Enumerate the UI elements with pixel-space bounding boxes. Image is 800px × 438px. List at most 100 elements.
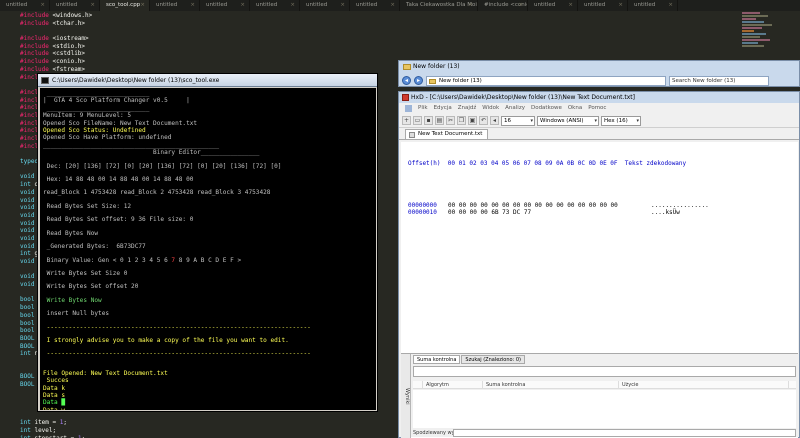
close-icon[interactable]: × <box>240 0 245 11</box>
expected-result-input[interactable] <box>453 429 796 437</box>
console-line-text: Read Bytes Set Size: 12 <box>43 202 132 210</box>
close-icon[interactable]: × <box>568 0 573 11</box>
tab-6[interactable]: untitled × <box>300 0 350 11</box>
console-line-text: Opened Sco Status: Undefined <box>43 127 146 135</box>
console-line-text: ____________________________ <box>43 90 150 97</box>
tab-0[interactable]: untitled × <box>0 0 50 11</box>
close-icon[interactable]: × <box>390 0 395 11</box>
console-line-text: MenuItem: 9 MenuLevel: 5 <box>43 112 132 120</box>
close-icon[interactable]: × <box>140 0 145 11</box>
code-token: void <box>20 242 35 250</box>
hex-header: Offset(h) 00 01 02 03 04 05 06 07 08 09 … <box>408 160 687 167</box>
hex-decoded-text[interactable]: ....ksÜw <box>651 209 680 216</box>
hex-row[interactable]: 00000010 00 00 00 00 6B 73 DC 77 ....ksÜw <box>408 209 798 217</box>
tab-new-text-document[interactable]: New Text Document.txt <box>405 129 489 139</box>
menu-item-7[interactable]: Pomoc <box>588 103 606 114</box>
code-token: bool <box>20 327 35 335</box>
code-token: void <box>20 196 35 204</box>
console-line: | GTA 4 Sco Platform Changer v0.5 | <box>43 97 373 104</box>
console-line: Read Bytes Now <box>43 230 373 237</box>
print-icon[interactable]: ▤ <box>435 116 444 125</box>
explorer-window[interactable]: New folder (13) ◂ ▸ New folder (13) Sear… <box>398 60 800 87</box>
close-icon[interactable]: × <box>468 0 473 11</box>
menu-item-3[interactable]: Widok <box>482 103 499 114</box>
code-token: #include <box>20 65 49 73</box>
code-token: ; <box>63 419 67 427</box>
tab-11[interactable]: untitled × <box>578 0 628 11</box>
console-window[interactable]: C:\Users\Dawidek\Desktop\New folder (13)… <box>37 73 378 412</box>
close-icon[interactable]: × <box>618 0 623 11</box>
cut-icon[interactable]: ✂ <box>446 116 455 125</box>
tab-4[interactable]: untitled × <box>200 0 250 11</box>
bytes-per-row-select[interactable]: 16 ▾ <box>501 115 535 126</box>
bytes-per-row-prev-icon[interactable]: ◂ <box>490 116 499 125</box>
column-algorithm[interactable]: Algorytm <box>423 381 483 388</box>
code-token: void <box>20 227 35 235</box>
tab-1[interactable]: untitled × <box>50 0 100 11</box>
close-icon[interactable]: × <box>90 0 95 11</box>
console-line-text: Data k <box>43 384 66 392</box>
tab-12[interactable]: untitled × <box>628 0 678 11</box>
explorer-nav-bar: ◂ ▸ New folder (13) Search New folder (1… <box>399 74 799 87</box>
search-input[interactable]: Search New folder (13) <box>669 75 769 86</box>
hex-bytes[interactable]: 00 00 00 00 00 00 00 00 00 00 00 00 00 0… <box>448 202 651 210</box>
menu-item-4[interactable]: Analizy <box>505 103 525 114</box>
column-usage[interactable]: Użycie <box>619 381 789 388</box>
checksum-input[interactable] <box>413 366 796 377</box>
column-checksum[interactable]: Suma kontrolna <box>483 381 619 388</box>
tab-2[interactable]: sco_tool.cpp × <box>100 0 150 11</box>
tab-10[interactable]: untitled × <box>528 0 578 11</box>
console-output[interactable]: ____________________________ | GTA 4 Sco … <box>40 88 376 410</box>
back-button[interactable]: ◂ <box>402 76 411 85</box>
forward-button[interactable]: ▸ <box>414 76 423 85</box>
open-folder-icon[interactable]: ▭ <box>413 116 422 125</box>
console-line: Read Bytes Set Size: 12 <box>43 203 373 210</box>
hxd-title-bar[interactable]: HxD - [C:\Users\Dawidek\Desktop\New fold… <box>399 92 799 103</box>
console-title-bar[interactable]: C:\Users\Dawidek\Desktop\New folder (13)… <box>38 74 377 87</box>
hex-decoded-text[interactable]: ................ <box>651 202 709 209</box>
close-icon[interactable]: × <box>40 0 45 11</box>
code-token: <conio.h> <box>48 58 86 66</box>
menu-item-1[interactable]: Edycja <box>434 103 452 114</box>
menu-item-5[interactable]: Dodatkowe <box>531 103 562 114</box>
close-icon[interactable]: × <box>518 0 523 11</box>
hex-row[interactable]: 00000000 00 00 00 00 00 00 00 00 00 00 00… <box>408 202 798 210</box>
charset-select[interactable]: Windows (ANSI) ▾ <box>537 115 599 126</box>
close-icon[interactable]: × <box>340 0 345 11</box>
checksum-list[interactable] <box>413 390 796 428</box>
address-bar[interactable]: New folder (13) <box>426 75 666 86</box>
document-tabs: New Text Document.txt <box>399 128 799 140</box>
tab-9[interactable]: #include <conio.h>× <box>478 0 528 11</box>
offset-base-select[interactable]: Hex (16) ▾ <box>601 115 641 126</box>
close-icon[interactable]: × <box>290 0 295 11</box>
hex-bytes[interactable]: 00 00 00 00 6B 73 DC 77 <box>448 209 651 217</box>
editor-tab-bar: untitled × untitled × sco_tool.cpp × untitled ×… <box>0 0 800 11</box>
code-token: <windows.h> <box>48 12 93 19</box>
close-icon[interactable]: × <box>190 0 195 11</box>
copy-icon[interactable]: ❐ <box>457 116 466 125</box>
save-icon[interactable]: ▪ <box>424 116 433 125</box>
undo-icon[interactable]: ↶ <box>479 116 488 125</box>
menu-item-6[interactable]: Okna <box>568 103 582 114</box>
tab-3[interactable]: untitled × <box>150 0 200 11</box>
tab-5[interactable]: untitled × <box>250 0 300 11</box>
tab-8[interactable]: Taka Ciekawostka Dla Moich Fanów× <box>400 0 478 11</box>
menu-item-0[interactable]: Plik <box>418 103 428 114</box>
hxd-window[interactable]: HxD - [C:\Users\Dawidek\Desktop\New fold… <box>398 91 800 438</box>
tab-7[interactable]: untitled × <box>350 0 400 11</box>
tab-checksum[interactable]: Suma kontrolna <box>413 355 461 364</box>
tab-label: sco_tool.cpp <box>106 2 141 8</box>
close-icon[interactable]: × <box>668 0 673 11</box>
explorer-title-bar[interactable]: New folder (13) <box>399 61 799 73</box>
paste-icon[interactable]: ▣ <box>468 116 477 125</box>
console-line-text: Dec: [20] [136] [72] [0] [20] [136] [72]… <box>43 162 282 170</box>
tab-label: untitled <box>634 2 656 8</box>
code-token: <tchar.h> <box>48 19 86 27</box>
code-token: BOOL <box>20 381 35 388</box>
tab-search-results[interactable]: Szukaj (Znaleziono: 0) <box>461 355 526 364</box>
console-line: ----------------------------------------… <box>43 324 373 331</box>
hex-offset: 00000000 <box>408 201 437 209</box>
new-file-icon[interactable]: + <box>402 116 411 125</box>
menu-item-2[interactable]: Znajdź <box>458 103 477 114</box>
address-text: New folder (13) <box>439 77 482 84</box>
